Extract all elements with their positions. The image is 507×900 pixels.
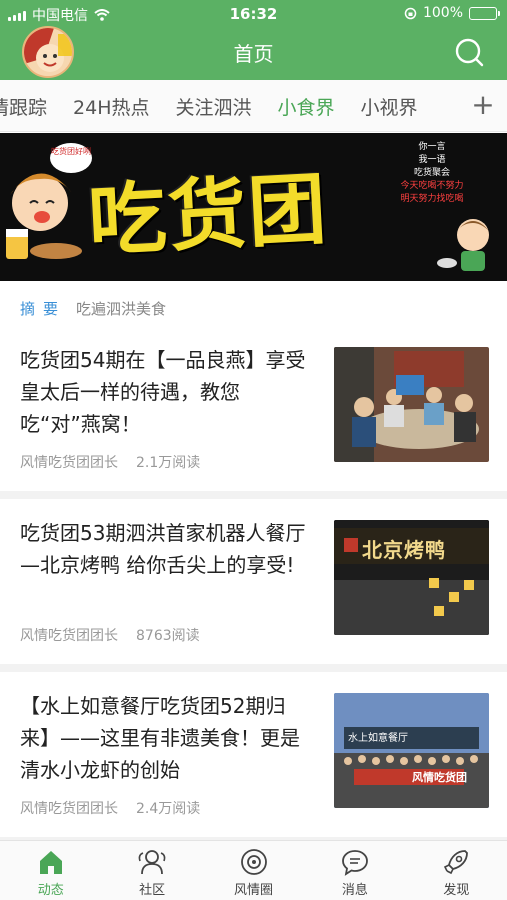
plus-icon: + (471, 88, 495, 121)
article-author: 风情吃货团团长 (20, 628, 118, 644)
status-right: 100% (404, 5, 500, 21)
banner-title: 吃货团 (86, 163, 331, 268)
top-bar: 中国电信 16:32 100% 首页 (0, 0, 507, 80)
nav-item-feed[interactable]: 动态 (0, 841, 101, 900)
tabs-track: 情跟踪 24H热点 关注泗洪 小食界 小视界 (0, 80, 418, 131)
nav-label: 消息 (341, 883, 368, 898)
abstract-row: 摘要 吃遍泗洪美食 (0, 282, 507, 334)
search-button[interactable] (453, 36, 485, 68)
banner-image[interactable]: 吃货团好咧 吃货团 你一言 我一语 吃货聚会 今天吃喝不努力 明天努力找吃喝 (0, 133, 507, 281)
article-item[interactable]: 吃货团54期在【一品良燕】享受皇太后一样的待遇，教您吃“对”燕窝！ 风情吃货团团… (0, 334, 507, 499)
article-thumbnail[interactable]: 北京烤鸭 (334, 520, 489, 635)
banner-note: 你一言 我一语 吃货聚会 今天吃喝不努力 明天努力找吃喝 (373, 141, 491, 206)
circle-icon (240, 849, 267, 875)
article-meta: 风情吃货团团长 2.1万阅读 (20, 452, 200, 472)
article-author: 风情吃货团团长 (20, 801, 118, 817)
page-title: 首页 (233, 42, 274, 66)
banner-note-line-2: 我一语 (418, 155, 446, 165)
nav-item-circle[interactable]: 风情圈 (203, 841, 304, 900)
article-thumbnail[interactable]: 水上如意餐厅 风情吃货团 (334, 693, 489, 808)
article-title[interactable]: 吃货团53期泗洪首家机器人餐厅—北京烤鸭 给你舌尖上的享受! (20, 517, 312, 581)
tab-24h-hot[interactable]: 24H热点 (73, 93, 149, 120)
abstract-text: 吃遍泗洪美食 (76, 299, 167, 318)
message-icon (342, 850, 368, 876)
banner-note-line-3: 吃货聚会 (413, 168, 450, 178)
add-channel-button[interactable]: + (459, 80, 507, 131)
orientation-lock-icon (404, 7, 417, 19)
banner-girl-right-icon (437, 219, 489, 271)
status-bar: 中国电信 16:32 100% (0, 0, 507, 28)
article-reads: 2.1万阅读 (136, 455, 201, 471)
tab-video-world[interactable]: 小视界 (361, 93, 418, 120)
nav-item-community[interactable]: 社区 (101, 841, 202, 900)
tab-food-world[interactable]: 小食界 (278, 93, 335, 120)
group-photo-icon (334, 693, 489, 808)
dining-photo-icon (334, 347, 489, 462)
nav-label: 社区 (139, 883, 166, 898)
article-meta: 风情吃货团团长 2.4万阅读 (20, 798, 200, 818)
abstract-tag: 摘要 (20, 299, 67, 318)
channel-tabs: 情跟踪 24H热点 关注泗洪 小食界 小视界 + (0, 80, 507, 132)
battery-icon (469, 6, 500, 20)
article-title[interactable]: 吃货团54期在【一品良燕】享受皇太后一样的待遇，教您吃“对”燕窝！ (20, 344, 312, 440)
banner-note-line-4: 今天吃喝不努力 (400, 181, 464, 191)
battery-label: 100% (422, 5, 463, 21)
search-icon (455, 38, 484, 67)
article-thumbnail[interactable] (334, 347, 489, 462)
article-title[interactable]: 【水上如意餐厅吃货团52期归来】——这里有非遗美食！更是清水小龙虾的创始 (20, 690, 312, 786)
thumb-sign-text: 北京烤鸭 (362, 538, 446, 562)
tab-tracking[interactable]: 情跟踪 (0, 93, 47, 120)
article-item[interactable]: 【水上如意餐厅吃货团52期归来】——这里有非遗美食！更是清水小龙虾的创始 风情吃… (0, 680, 507, 845)
article-reads: 8763阅读 (136, 628, 200, 644)
nav-item-messages[interactable]: 消息 (304, 841, 405, 900)
article-item[interactable]: 吃货团53期泗洪首家机器人餐厅—北京烤鸭 给你舌尖上的享受! 风情吃货团团长 8… (0, 507, 507, 672)
thumb-sign-text: 水上如意餐厅 (348, 733, 408, 744)
home-icon (39, 851, 62, 874)
nav-label: 动态 (37, 883, 64, 898)
tab-follow-sihong[interactable]: 关注泗洪 (175, 93, 251, 120)
rocket-icon (444, 850, 469, 875)
community-icon (138, 850, 166, 875)
banner-note-line-5: 明天努力找吃喝 (400, 194, 464, 204)
article-author: 风情吃货团团长 (20, 455, 118, 471)
banner-note-line-1: 你一言 (418, 142, 446, 152)
thumb-banner-text: 风情吃货团 (412, 771, 467, 784)
nav-label: 发现 (443, 883, 470, 898)
article-meta: 风情吃货团团长 8763阅读 (20, 625, 200, 645)
bottom-nav: 动态 社区 风情圈 消息 发现 (0, 840, 507, 900)
nav-label: 风情圈 (234, 883, 274, 898)
nav-item-discover[interactable]: 发现 (406, 841, 507, 900)
app-screen: 中国电信 16:32 100% 首页 跟踪 24H热点 关注泗洪 小食界 小视界… (0, 0, 507, 900)
article-reads: 2.4万阅读 (136, 801, 201, 817)
